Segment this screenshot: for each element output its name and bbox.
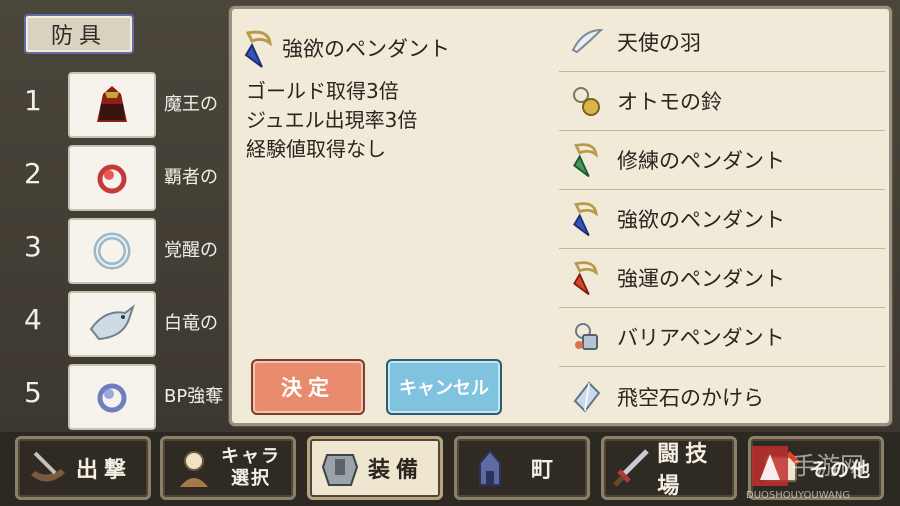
equipment-detail-panel: 強欲のペンダント ゴールド取得3倍 ジュエル出現率3倍 経験値取得なし 決定 キ…	[229, 6, 892, 426]
list-item-flying-stone[interactable]: 飛空石のかけら	[559, 367, 885, 426]
barrier-pendant-icon	[565, 315, 609, 359]
row-number: 2	[24, 157, 42, 190]
detail-title: 強欲のペンダント	[282, 37, 450, 61]
nav-label: キャラ 選択	[221, 446, 281, 490]
armor-name: 覚醒の	[164, 240, 218, 261]
nav-character-select-button[interactable]: キャラ 選択	[160, 436, 296, 500]
armor-row[interactable]: 1 魔王の	[0, 70, 240, 140]
nav-label: その他	[809, 458, 873, 481]
nav-label: 闘技場	[657, 442, 714, 499]
flying-stone-icon	[565, 375, 609, 419]
detail-line: 経験値取得なし	[246, 137, 386, 161]
row-number: 5	[24, 376, 42, 409]
nav-sortie-button[interactable]: 出撃	[15, 436, 151, 500]
luck-pendant-icon	[565, 256, 609, 300]
other-icon	[753, 440, 809, 496]
row-number: 3	[24, 230, 42, 263]
nav-label: 出撃	[76, 458, 133, 483]
list-item-greed-pendant[interactable]: 強欲のペンダント	[559, 190, 885, 249]
angel-feather-icon	[565, 20, 609, 64]
item-label: 飛空石のかけら	[617, 385, 764, 410]
armor-name: 白竜の	[164, 313, 218, 334]
armor-row[interactable]: 3 覚醒の	[0, 216, 240, 286]
row-number: 1	[24, 84, 42, 117]
armor-name: 魔王の	[164, 94, 218, 115]
training-pendant-icon	[565, 138, 609, 182]
armor-icon	[312, 440, 368, 496]
conqueror-amulet-icon	[68, 145, 156, 211]
detail-line: ゴールド取得3倍	[246, 79, 399, 103]
item-label: 強運のペンダント	[617, 267, 785, 291]
detail-line: ジュエル出現率3倍	[246, 108, 418, 132]
sortie-icon	[20, 440, 76, 496]
category-tab-armor[interactable]: 防具	[24, 14, 134, 54]
nav-town-button[interactable]: 町	[454, 436, 590, 500]
nav-label: 町	[531, 458, 560, 483]
list-item-barrier-pendant[interactable]: バリアペンダント	[559, 308, 885, 367]
nav-equipment-button[interactable]: 装備	[307, 436, 443, 500]
confirm-button[interactable]: 決定	[251, 359, 365, 415]
armor-name: 覇者の	[164, 167, 218, 188]
nav-label-line: 選択	[231, 468, 271, 489]
armor-row[interactable]: 2 覇者の	[0, 143, 240, 213]
armor-name: BP強奪	[164, 386, 224, 407]
item-label: 天使の羽	[617, 31, 701, 55]
bp-steal-amulet-icon	[68, 364, 156, 430]
item-label: オトモの鈴	[617, 90, 722, 114]
armor-row[interactable]: 5 BP強奪	[0, 362, 240, 432]
town-icon	[459, 440, 515, 496]
character-icon	[165, 440, 221, 496]
accessory-list: 天使の羽 オトモの鈴 修練のペンダント 強欲のペンダント 強運のペンダント バリ…	[559, 13, 885, 426]
list-item-training-pendant[interactable]: 修練のペンダント	[559, 131, 885, 190]
armor-row[interactable]: 4 白竜の	[0, 289, 240, 359]
list-item-companion-bell[interactable]: オトモの鈴	[559, 72, 885, 131]
list-item-angel-feather[interactable]: 天使の羽	[559, 13, 885, 72]
nav-label: 装備	[368, 458, 425, 483]
nav-other-button[interactable]: その他	[748, 436, 884, 500]
item-label: 修練のペンダント	[617, 149, 785, 173]
companion-bell-icon	[565, 79, 609, 123]
demon-cape-icon	[68, 72, 156, 138]
item-label: 強欲のペンダント	[617, 208, 785, 232]
awakening-ring-icon	[68, 218, 156, 284]
white-dragon-icon	[68, 291, 156, 357]
cancel-button[interactable]: キャンセル	[386, 359, 502, 415]
nav-arena-button[interactable]: 闘技場	[601, 436, 737, 500]
sword-icon	[606, 440, 657, 496]
greed-pendant-icon	[565, 197, 609, 241]
detail-description: ゴールド取得3倍 ジュエル出現率3倍 経験値取得なし	[246, 77, 417, 164]
item-label: バリアペンダント	[617, 326, 785, 350]
nav-label-line: キャラ	[221, 446, 281, 467]
greed-pendant-icon	[238, 27, 282, 75]
row-number: 4	[24, 303, 42, 336]
list-item-luck-pendant[interactable]: 強運のペンダント	[559, 249, 885, 308]
bottom-navigation: 出撃 キャラ 選択 装備 町 闘技場 その他	[0, 432, 900, 506]
